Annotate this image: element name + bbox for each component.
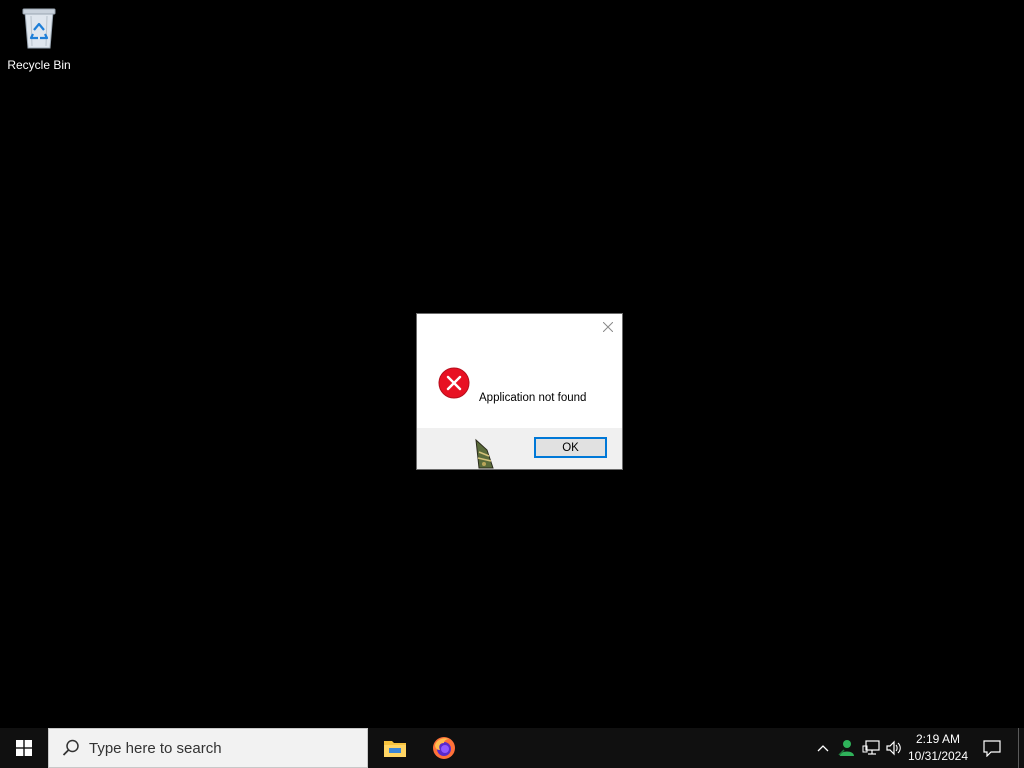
recycle-bin-icon: [19, 6, 59, 54]
error-dialog: Application not found OK: [416, 313, 623, 470]
clock-date: 10/31/2024: [907, 749, 969, 763]
volume-icon: [886, 740, 901, 756]
clock-time: 2:19 AM: [915, 732, 961, 746]
desktop-icon-label: Recycle Bin: [7, 58, 71, 72]
firefox-icon: [433, 737, 455, 759]
taskbar: Type here to search 2:19 AM 10/31/2024: [0, 728, 1024, 768]
notification-icon: [983, 740, 1001, 757]
tray-user-network[interactable]: [836, 728, 858, 768]
tray-volume[interactable]: [883, 728, 905, 768]
error-icon: [438, 367, 470, 399]
dialog-message: Application not found: [479, 392, 587, 404]
network-icon: [862, 740, 880, 755]
tray-network[interactable]: [860, 728, 882, 768]
show-desktop-button[interactable]: [1018, 728, 1024, 768]
taskbar-firefox[interactable]: [420, 728, 468, 768]
desktop: Recycle Bin Application not found OK: [0, 0, 1024, 728]
close-icon: [603, 322, 613, 332]
search-icon: [61, 738, 81, 758]
taskbar-clock[interactable]: 2:19 AM 10/31/2024: [904, 728, 972, 768]
start-button[interactable]: [0, 728, 48, 768]
taskbar-file-explorer[interactable]: [371, 728, 419, 768]
search-box[interactable]: Type here to search: [48, 728, 368, 768]
cursor-sprite-icon: [473, 438, 497, 470]
file-explorer-icon: [384, 741, 406, 757]
windows-icon: [16, 740, 32, 756]
dialog-footer: OK: [417, 428, 622, 469]
network-user-icon: [838, 740, 854, 756]
ok-button[interactable]: OK: [534, 437, 607, 458]
dialog-content: Application not found: [417, 314, 622, 429]
search-placeholder: Type here to search: [89, 739, 222, 757]
close-button[interactable]: [600, 319, 616, 335]
action-center-button[interactable]: [976, 728, 1008, 768]
tray-overflow-button[interactable]: [814, 728, 832, 768]
desktop-icon-recycle-bin[interactable]: Recycle Bin: [4, 6, 74, 76]
chevron-up-icon: [817, 745, 829, 752]
